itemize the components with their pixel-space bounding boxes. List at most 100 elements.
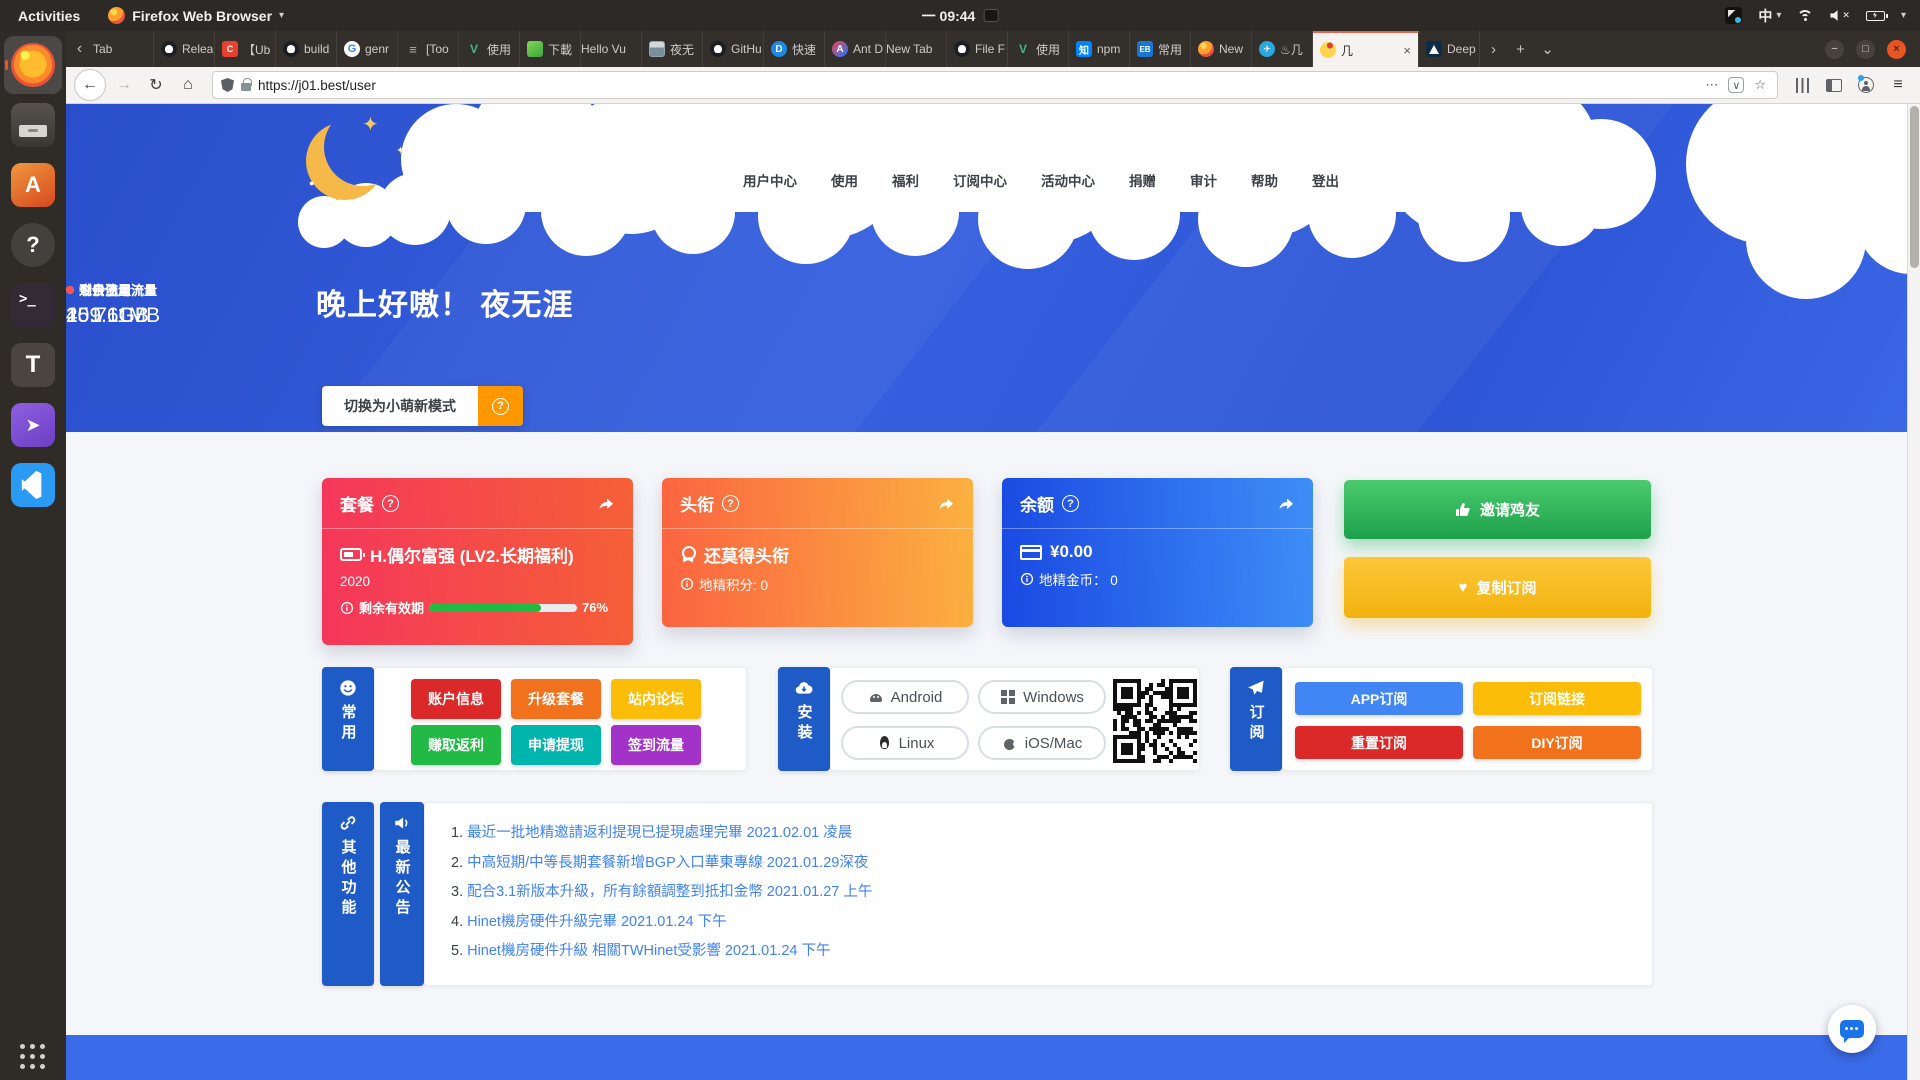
url-text[interactable]: https://j01.best/user [258, 78, 1695, 93]
dock-item[interactable]: ➤ [4, 396, 62, 454]
show-applications-icon[interactable] [20, 1044, 46, 1070]
list-all-tabs-icon[interactable]: ⌄ [1534, 40, 1561, 58]
announcement-link[interactable]: Hinet機房硬件升級 相關TWHinet受影響 2021.01.24 下午 [467, 943, 830, 959]
scroll-tabs-left-icon[interactable]: ‹ [66, 31, 93, 67]
dock-item[interactable] [4, 96, 62, 154]
browser-tab[interactable]: 夜无 [642, 31, 703, 67]
back-button[interactable]: ← [74, 69, 106, 101]
bookmark-star-icon[interactable]: ☆ [1751, 77, 1769, 93]
nav-item[interactable]: 审计 [1173, 170, 1234, 190]
browser-tab[interactable]: A Ant D [825, 31, 886, 67]
browser-tab[interactable]: GitHu [703, 31, 764, 67]
browser-tab[interactable]: ✈ ♨几 [1252, 31, 1313, 67]
browser-tab[interactable]: 几 × [1313, 31, 1419, 67]
common-action-button[interactable]: 账户信息 [411, 679, 501, 719]
tracking-protection-shield-icon[interactable] [221, 78, 234, 92]
common-action-button[interactable]: 升级套餐 [511, 679, 601, 719]
url-bar[interactable]: https://j01.best/user ⋯ ∨ ☆ [212, 71, 1778, 99]
browser-tab[interactable]: C 【Ub [215, 31, 276, 67]
chevron-down-icon[interactable]: ▾ [1901, 10, 1906, 21]
nav-item[interactable]: 使用 [814, 170, 875, 190]
scrollbar-thumb[interactable] [1910, 106, 1919, 268]
close-tab-icon[interactable]: × [1396, 43, 1418, 58]
sidebar-icon[interactable] [1820, 71, 1848, 99]
os-download-button[interactable]: Windows [978, 680, 1106, 714]
subscribe-action-button[interactable]: DIY订阅 [1473, 726, 1641, 759]
pocket-icon[interactable]: ∨ [1728, 77, 1744, 93]
forward-button[interactable]: → [110, 71, 138, 99]
battery-icon[interactable] [1866, 11, 1885, 21]
nav-item[interactable]: 捐赠 [1112, 170, 1173, 190]
share-icon[interactable] [937, 495, 955, 513]
chat-widget-button[interactable] [1828, 1005, 1876, 1053]
browser-tab[interactable]: 下載 [520, 31, 581, 67]
browser-tab[interactable]: 知 npm [1069, 31, 1130, 67]
ime-language-switch[interactable]: 中▾ [1758, 6, 1781, 26]
input-method-icon[interactable] [1725, 7, 1742, 24]
browser-tab[interactable]: G genr [337, 31, 398, 67]
browser-tab[interactable]: New [1191, 31, 1252, 67]
tab-subscribe[interactable]: 订阅 [1230, 667, 1282, 771]
volume-muted-icon[interactable]: ✕ [1830, 10, 1850, 22]
copy-subscription-button[interactable]: ♥ 复制订阅 [1344, 557, 1651, 618]
browser-tab[interactable]: Relea [154, 31, 215, 67]
clock[interactable]: 一 09:44 [922, 6, 999, 26]
home-button[interactable]: ⌂ [174, 71, 202, 99]
nav-item[interactable]: 福利 [875, 170, 936, 190]
mode-help-button[interactable]: ? [478, 386, 523, 426]
browser-tab[interactable]: File F [947, 31, 1008, 67]
announcement-link[interactable]: Hinet機房硬件升級完畢 2021.01.24 下午 [467, 914, 726, 930]
share-icon[interactable] [1277, 495, 1295, 513]
browser-tab[interactable]: EB 常用 [1130, 31, 1191, 67]
browser-tab[interactable]: Hello Vu [581, 31, 642, 67]
activities-button[interactable]: Activities [0, 0, 98, 31]
os-download-button[interactable]: iOS/Mac [978, 726, 1106, 760]
scroll-tabs-right-icon[interactable]: › [1480, 41, 1507, 58]
dock-item[interactable] [4, 36, 62, 94]
app-menu[interactable]: Firefox Web Browser ▾ [98, 7, 294, 24]
dock-item[interactable]: ? [4, 216, 62, 274]
switch-newbie-mode-button[interactable]: 切换为小萌新模式 [322, 386, 478, 426]
common-action-button[interactable]: 签到流量 [611, 725, 701, 765]
library-icon[interactable] [1788, 71, 1816, 99]
hamburger-menu-icon[interactable]: ≡ [1884, 71, 1912, 99]
share-icon[interactable] [597, 495, 615, 513]
os-download-button[interactable]: Linux [841, 726, 969, 760]
minimize-button[interactable]: − [1825, 40, 1844, 59]
account-icon[interactable] [1852, 71, 1880, 99]
dock-item[interactable]: T [4, 336, 62, 394]
browser-tab[interactable]: Deep [1419, 31, 1480, 67]
new-tab-button[interactable]: + [1507, 41, 1534, 58]
common-action-button[interactable]: 赚取返利 [411, 725, 501, 765]
nav-item[interactable]: 帮助 [1234, 170, 1295, 190]
browser-tab[interactable]: Tab [93, 31, 154, 67]
browser-tab[interactable]: New Tab [886, 31, 947, 67]
invite-friends-button[interactable]: 邀请鸡友 [1344, 480, 1651, 539]
dock-item[interactable]: A [4, 156, 62, 214]
nav-item[interactable]: 用户中心 [726, 170, 814, 190]
browser-tab[interactable]: build [276, 31, 337, 67]
nav-item[interactable]: 登出 [1295, 170, 1356, 190]
browser-tab[interactable]: D 快速 [764, 31, 825, 67]
subscribe-action-button[interactable]: 重置订阅 [1295, 726, 1463, 759]
subscribe-action-button[interactable]: 订阅链接 [1473, 682, 1641, 715]
reload-button[interactable]: ↻ [142, 71, 170, 99]
lock-icon[interactable] [241, 83, 251, 91]
page-scrollbar[interactable] [1907, 104, 1920, 1080]
announcement-link[interactable]: 最近一批地精邀請返利提現已提現處理完畢 2021.02.01 凌晨 [467, 825, 852, 841]
dock-item[interactable]: >_ [4, 276, 62, 334]
close-button[interactable]: × [1887, 40, 1906, 59]
question-icon[interactable]: ? [722, 495, 739, 512]
browser-tab[interactable]: ≡ [Too [398, 31, 459, 67]
tab-latest-announcements[interactable]: 最新公告 [380, 802, 424, 986]
subscribe-action-button[interactable]: APP订阅 [1295, 682, 1463, 715]
question-icon[interactable]: ? [382, 495, 399, 512]
nav-item[interactable]: 订阅中心 [936, 170, 1024, 190]
maximize-button[interactable]: □ [1856, 40, 1875, 59]
announcement-link[interactable]: 中高短期/中等長期套餐新增BGP入口華東專線 2021.01.29深夜 [467, 855, 868, 871]
system-tray[interactable]: 中▾ ✕ ▾ [1725, 6, 1920, 26]
browser-tab[interactable]: V 使用 [1008, 31, 1069, 67]
dock-item[interactable] [4, 456, 62, 514]
tab-other-functions[interactable]: 其他功能 [322, 802, 374, 986]
wifi-icon[interactable] [1797, 9, 1814, 22]
